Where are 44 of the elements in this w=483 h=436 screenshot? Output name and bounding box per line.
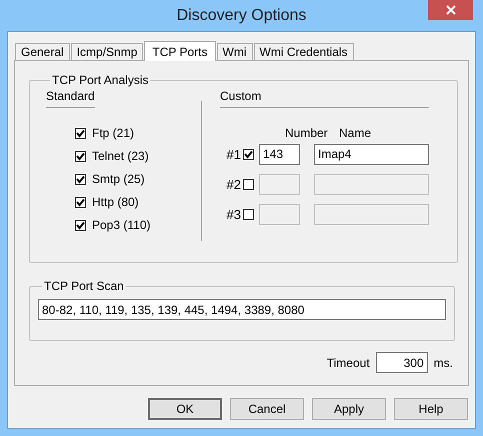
checkbox-label: Pop3 (110) [92, 218, 150, 232]
unit-label: ms. [434, 356, 453, 370]
checkbox[interactable] [243, 178, 254, 190]
tab[interactable]: General [15, 43, 70, 60]
tab[interactable]: TCP Ports [144, 41, 216, 61]
checkbox[interactable] [243, 208, 254, 220]
timeout-field[interactable]: 300 [376, 352, 428, 373]
checkbox[interactable] [75, 150, 86, 162]
dialog-button[interactable]: Help [394, 398, 468, 420]
number-field[interactable]: 143 [259, 144, 300, 164]
field-label: Timeout [326, 356, 370, 370]
row-label: #3 [226, 206, 241, 222]
checkbox[interactable] [75, 196, 86, 208]
name-field[interactable] [314, 174, 429, 194]
dialog-button[interactable]: Cancel [230, 398, 304, 420]
name-field[interactable]: Imap4 [314, 144, 429, 164]
port-list-field[interactable]: 80-82, 110, 119, 135, 139, 445, 1494, 3389, 8080 [38, 299, 446, 320]
dialog-button[interactable]: Apply [312, 398, 386, 420]
group-title: TCP Port Scan [43, 279, 125, 293]
tab[interactable]: Wmi Credentials [254, 43, 354, 60]
number-field[interactable] [259, 204, 300, 224]
checkbox-label: Ftp (21) [92, 126, 134, 140]
close-icon [446, 5, 456, 15]
checkbox[interactable] [75, 128, 86, 138]
row-label: #2 [226, 176, 241, 192]
checkbox[interactable] [75, 220, 86, 230]
checkbox-label: Smtp (25) [92, 172, 145, 186]
tab[interactable]: Icmp/Snmp [70, 43, 144, 60]
group-title: TCP Port Analysis [51, 73, 150, 87]
dialog-button[interactable]: OK [148, 398, 222, 420]
column-header: Name [339, 126, 372, 140]
checkbox-label: Telnet (23) [92, 149, 149, 163]
checkbox-label: Http (80) [92, 195, 139, 209]
section-heading: Standard [46, 89, 95, 108]
number-field[interactable] [259, 174, 300, 194]
tab[interactable]: Wmi [216, 43, 253, 60]
row-label: #1 [226, 146, 241, 162]
window-title: Discovery Options [176, 6, 306, 24]
name-field[interactable] [314, 204, 429, 224]
section-heading: Custom [220, 89, 429, 108]
column-header: Number [285, 126, 329, 140]
close-button[interactable] [428, 0, 473, 20]
checkbox[interactable] [243, 148, 254, 160]
checkbox[interactable] [75, 174, 86, 184]
